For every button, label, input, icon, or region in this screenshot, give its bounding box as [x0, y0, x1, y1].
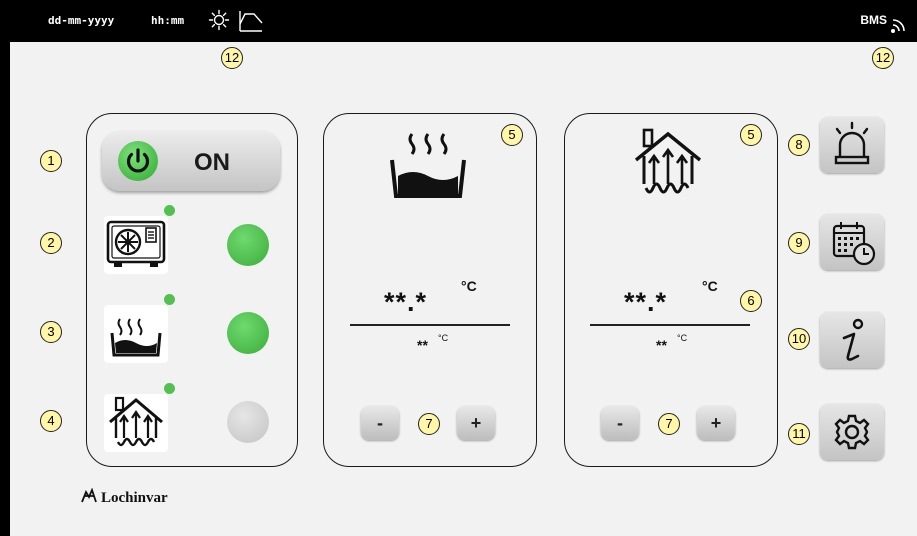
hot-water-actual-temp: **.*: [384, 287, 428, 317]
heat-pump-unit-icon: [106, 220, 166, 267]
calendar-schedule-icon: [832, 222, 876, 266]
callout-7: 7: [658, 413, 680, 435]
settings-button[interactable]: [820, 404, 884, 460]
heating-actual-unit: °C: [702, 278, 718, 294]
power-state-label: ON: [194, 149, 230, 176]
heating-divider: [590, 324, 750, 326]
callout-11: 11: [788, 423, 810, 445]
callout-12: 12: [221, 47, 243, 69]
callout-6: 6: [740, 290, 762, 312]
heat-pump-indicator: [164, 205, 175, 216]
settings-gear-icon: [834, 414, 870, 450]
brand-logo: Lochinvar: [80, 487, 168, 507]
hot-water-indicator: [164, 294, 175, 305]
hot-water-setpoint: **: [417, 337, 428, 353]
hot-water-tank-icon: [390, 133, 466, 198]
callout-5: 5: [740, 124, 762, 146]
home-heating-status-lamp: [227, 401, 269, 443]
hot-water-actual-unit: °C: [461, 278, 477, 294]
bms-label: BMS: [860, 13, 887, 27]
schedule-button[interactable]: [820, 214, 884, 270]
curve-icon: [239, 11, 263, 32]
home-heating-tile[interactable]: [104, 394, 168, 452]
heating-increase-button[interactable]: +: [697, 406, 735, 440]
hot-water-status-lamp: [227, 312, 269, 354]
info-icon: [842, 318, 864, 361]
heating-decrease-button[interactable]: -: [601, 406, 639, 440]
alarm-button[interactable]: [820, 117, 884, 173]
hot-water-tank-icon: [110, 318, 162, 357]
home-heating-icon: [634, 128, 702, 194]
callout-1: 1: [40, 150, 62, 172]
main-screen: dd-mm-yyyy hh:mm BMS 12 12 1 2 3 4 ON 5 …: [10, 0, 917, 536]
heat-pump-tile[interactable]: [104, 216, 168, 274]
callout-2: 2: [40, 232, 62, 254]
hot-water-setpoint-unit: °C: [438, 333, 449, 343]
callout-10: 10: [788, 328, 810, 350]
callout-4: 4: [40, 410, 62, 432]
heating-setpoint: **: [656, 337, 667, 353]
callout-12: 12: [872, 47, 894, 69]
sun-icon: [208, 9, 230, 31]
callout-3: 3: [40, 321, 62, 343]
alarm-bell-icon: [834, 121, 870, 165]
power-toggle-button[interactable]: ON: [102, 131, 280, 191]
heat-pump-status-lamp: [227, 224, 269, 266]
callout-7: 7: [418, 413, 440, 435]
wireless-signal-icon[interactable]: [889, 16, 907, 34]
lochinvar-logo: [81, 487, 97, 503]
info-button[interactable]: [820, 312, 884, 368]
hot-water-increase-button[interactable]: +: [457, 406, 495, 440]
hot-water-tile[interactable]: [104, 305, 168, 363]
hot-water-divider: [350, 324, 510, 326]
hot-water-decrease-button[interactable]: -: [361, 406, 399, 440]
date-display: dd-mm-yyyy: [48, 14, 115, 27]
heating-setpoint-unit: °C: [677, 333, 688, 343]
brand-name: Lochinvar: [101, 490, 168, 506]
callout-9: 9: [788, 232, 810, 254]
callout-8: 8: [788, 134, 810, 156]
callout-5: 5: [501, 124, 523, 146]
home-heating-indicator: [164, 383, 175, 394]
power-icon: [118, 141, 158, 181]
home-heating-icon: [109, 396, 163, 447]
time-display: hh:mm: [151, 14, 185, 27]
top-status-bar: dd-mm-yyyy hh:mm BMS: [10, 0, 917, 42]
heating-actual-temp: **.*: [624, 287, 668, 317]
